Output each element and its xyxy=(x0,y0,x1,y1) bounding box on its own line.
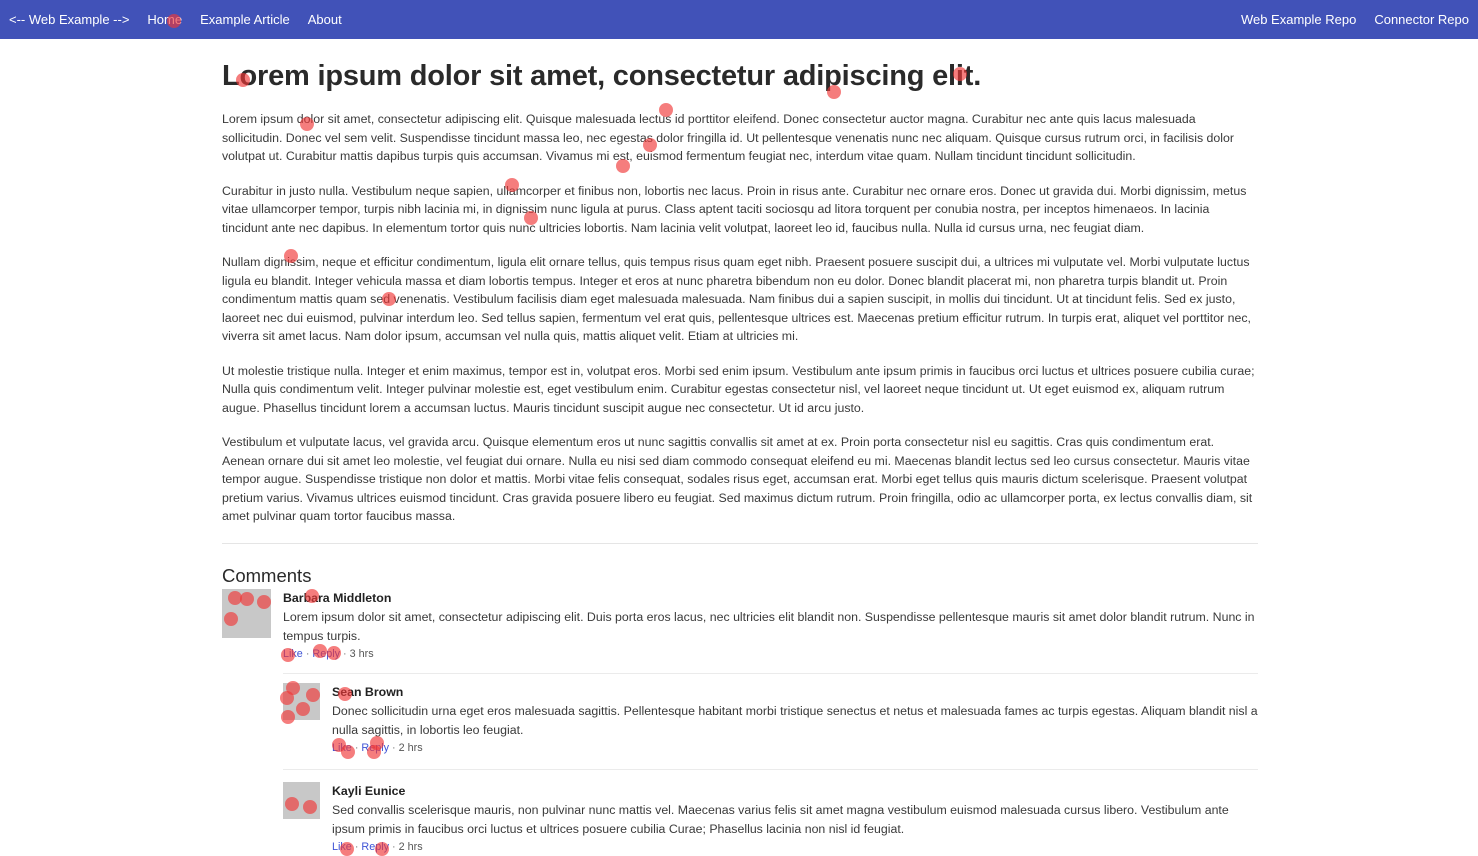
nav-example-article-link[interactable]: Example Article xyxy=(200,12,290,27)
comment: Kayli Eunice Sed convallis scelerisque m… xyxy=(283,782,1258,855)
meta-separator: · xyxy=(392,742,396,754)
avatar xyxy=(283,683,320,720)
reply-link[interactable]: Reply xyxy=(361,841,389,853)
reply-link[interactable]: Reply xyxy=(312,648,340,660)
article-paragraph: Lorem ipsum dolor sit amet, consectetur … xyxy=(222,112,1235,163)
meta-separator: · xyxy=(354,742,359,754)
comment-body: Kayli Eunice Sed convallis scelerisque m… xyxy=(332,782,1258,855)
reply-link[interactable]: Reply xyxy=(361,742,389,754)
article-paragraph: Nullam dignissim, neque et efficitur con… xyxy=(222,255,1251,343)
avatar xyxy=(283,782,320,819)
comments-heading: Comments xyxy=(222,564,312,586)
article-container: Lorem ipsum dolor sit amet, consectetur … xyxy=(222,56,1258,588)
comment-author: Barbara Middleton xyxy=(283,591,392,605)
section-divider xyxy=(222,542,1258,544)
like-link[interactable]: Like xyxy=(332,841,352,853)
comment-body: Sean Brown Donec sollicitudin urna eget … xyxy=(332,683,1258,756)
comment: Barbara Middleton Lorem ipsum dolor sit … xyxy=(222,589,1258,662)
like-link[interactable]: Like xyxy=(332,742,352,754)
nav-brand-link[interactable]: <-- Web Example --> xyxy=(9,12,129,27)
comment-time: 3 hrs xyxy=(349,648,374,660)
meta-separator: · xyxy=(305,648,310,660)
comment-time: 2 hrs xyxy=(398,841,423,853)
comment-text: Donec sollicitudin urna eget eros malesu… xyxy=(332,704,1258,737)
comment-body: Barbara Middleton Lorem ipsum dolor sit … xyxy=(283,589,1258,662)
comment-meta: Like · Reply · 2 hrs xyxy=(332,740,1258,756)
comment-text: Lorem ipsum dolor sit amet, consectetur … xyxy=(283,610,1255,643)
article-title: Lorem ipsum dolor sit amet, consectetur … xyxy=(222,60,982,92)
comment-divider xyxy=(283,769,1258,770)
article-paragraph: Vestibulum et vulputate lacus, vel gravi… xyxy=(222,435,1253,523)
comment-divider xyxy=(283,673,1258,674)
like-link[interactable]: Like xyxy=(283,648,303,660)
comment-text: Sed convallis scelerisque mauris, non pu… xyxy=(332,803,1229,836)
comment-meta: Like · Reply · 2 hrs xyxy=(332,839,1258,855)
article-paragraph: Ut molestie tristique nulla. Integer et … xyxy=(222,363,1255,415)
nav-about-link[interactable]: About xyxy=(308,12,342,27)
nav-connector-repo-link[interactable]: Connector Repo xyxy=(1374,12,1469,27)
meta-separator: · xyxy=(392,841,396,853)
nav-right-group: Web Example Repo Connector Repo xyxy=(1223,12,1469,27)
comment-author: Kayli Eunice xyxy=(332,784,406,798)
nav-left-group: <-- Web Example --> Home Example Article… xyxy=(9,12,360,27)
avatar xyxy=(222,589,271,638)
article-paragraph: Curabitur in justo nulla. Vestibulum neq… xyxy=(222,183,1247,235)
comment-meta: Like · Reply · 3 hrs xyxy=(283,646,1258,662)
comment-time: 2 hrs xyxy=(398,742,423,754)
comment-author: Sean Brown xyxy=(332,685,404,699)
meta-separator: · xyxy=(354,841,359,853)
nav-web-example-repo-link[interactable]: Web Example Repo xyxy=(1241,12,1356,27)
nav-home-link[interactable]: Home xyxy=(147,12,182,27)
meta-separator: · xyxy=(343,648,347,660)
top-navbar: <-- Web Example --> Home Example Article… xyxy=(0,0,1478,39)
comment: Sean Brown Donec sollicitudin urna eget … xyxy=(283,683,1258,756)
